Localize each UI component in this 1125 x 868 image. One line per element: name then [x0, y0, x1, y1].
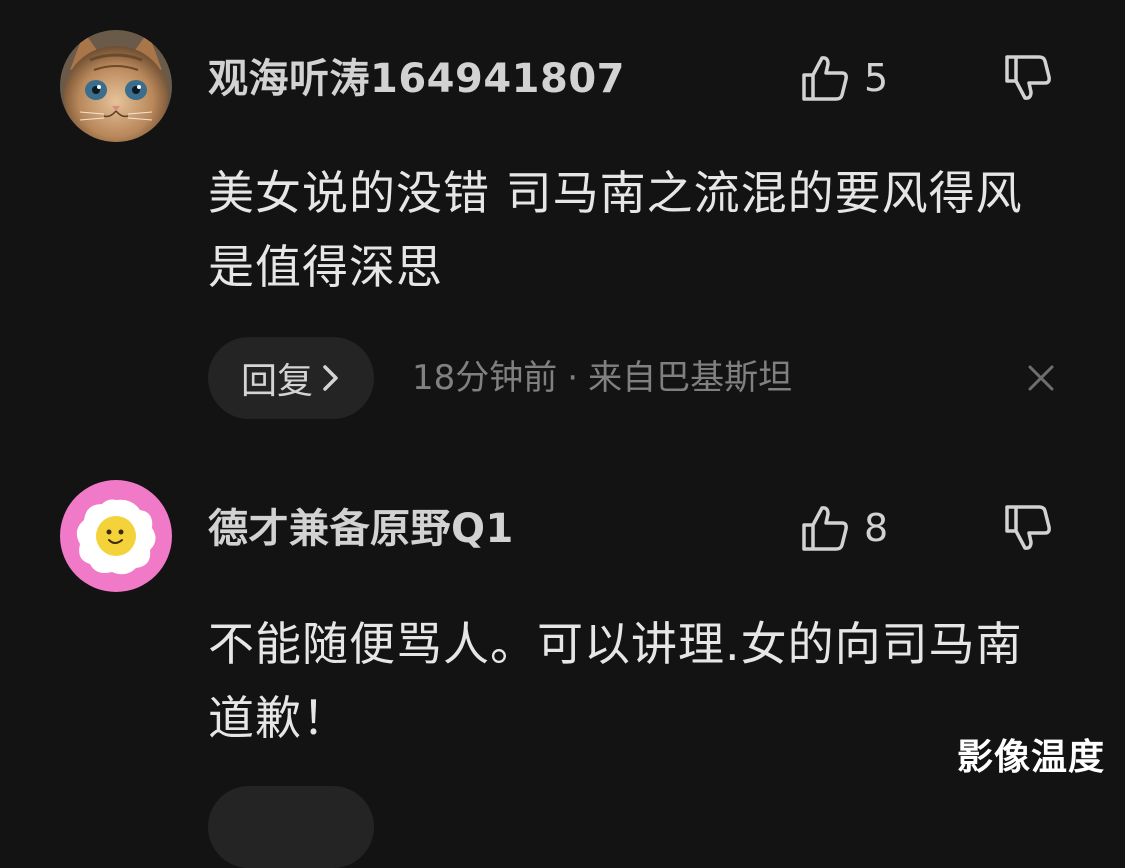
reply-label: 回复	[240, 361, 313, 402]
user-avatar[interactable]	[60, 480, 172, 592]
user-avatar[interactable]	[60, 30, 172, 142]
like-button[interactable]: 5	[800, 52, 888, 104]
close-icon[interactable]	[1024, 361, 1058, 395]
comment-meta: 18分钟前 · 来自巴基斯坦	[412, 337, 792, 419]
thumbs-up-icon	[802, 506, 848, 551]
like-button[interactable]: 8	[800, 502, 888, 554]
comment-text: 不能随便骂人。可以讲理.女的向司马南道歉！	[208, 617, 1023, 745]
meta-separator: ·	[567, 358, 579, 398]
dislike-button[interactable]	[1000, 502, 1056, 554]
username[interactable]: 观海听涛164941807	[208, 55, 625, 103]
thumbs-down-icon	[1005, 505, 1051, 550]
like-count: 8	[864, 506, 889, 550]
username[interactable]: 德才兼备原野Q1	[208, 505, 514, 553]
comment-location: 来自巴基斯坦	[588, 358, 793, 398]
thumbs-up-icon	[802, 56, 848, 101]
chevron-right-icon	[321, 364, 341, 392]
like-count: 5	[864, 56, 889, 100]
reply-button[interactable]: 回复	[208, 337, 374, 419]
comment-time: 18分钟前	[412, 358, 558, 398]
dislike-button[interactable]	[1000, 52, 1056, 104]
watermark: 影像温度	[956, 737, 1105, 778]
thumbs-down-icon	[1005, 55, 1051, 100]
comment-text: 美女说的没错 司马南之流混的要风得风是值得深思	[208, 166, 1023, 294]
kitten-avatar-icon	[60, 30, 172, 142]
fried-egg-avatar-icon	[60, 480, 172, 592]
reply-button[interactable]	[208, 786, 374, 868]
